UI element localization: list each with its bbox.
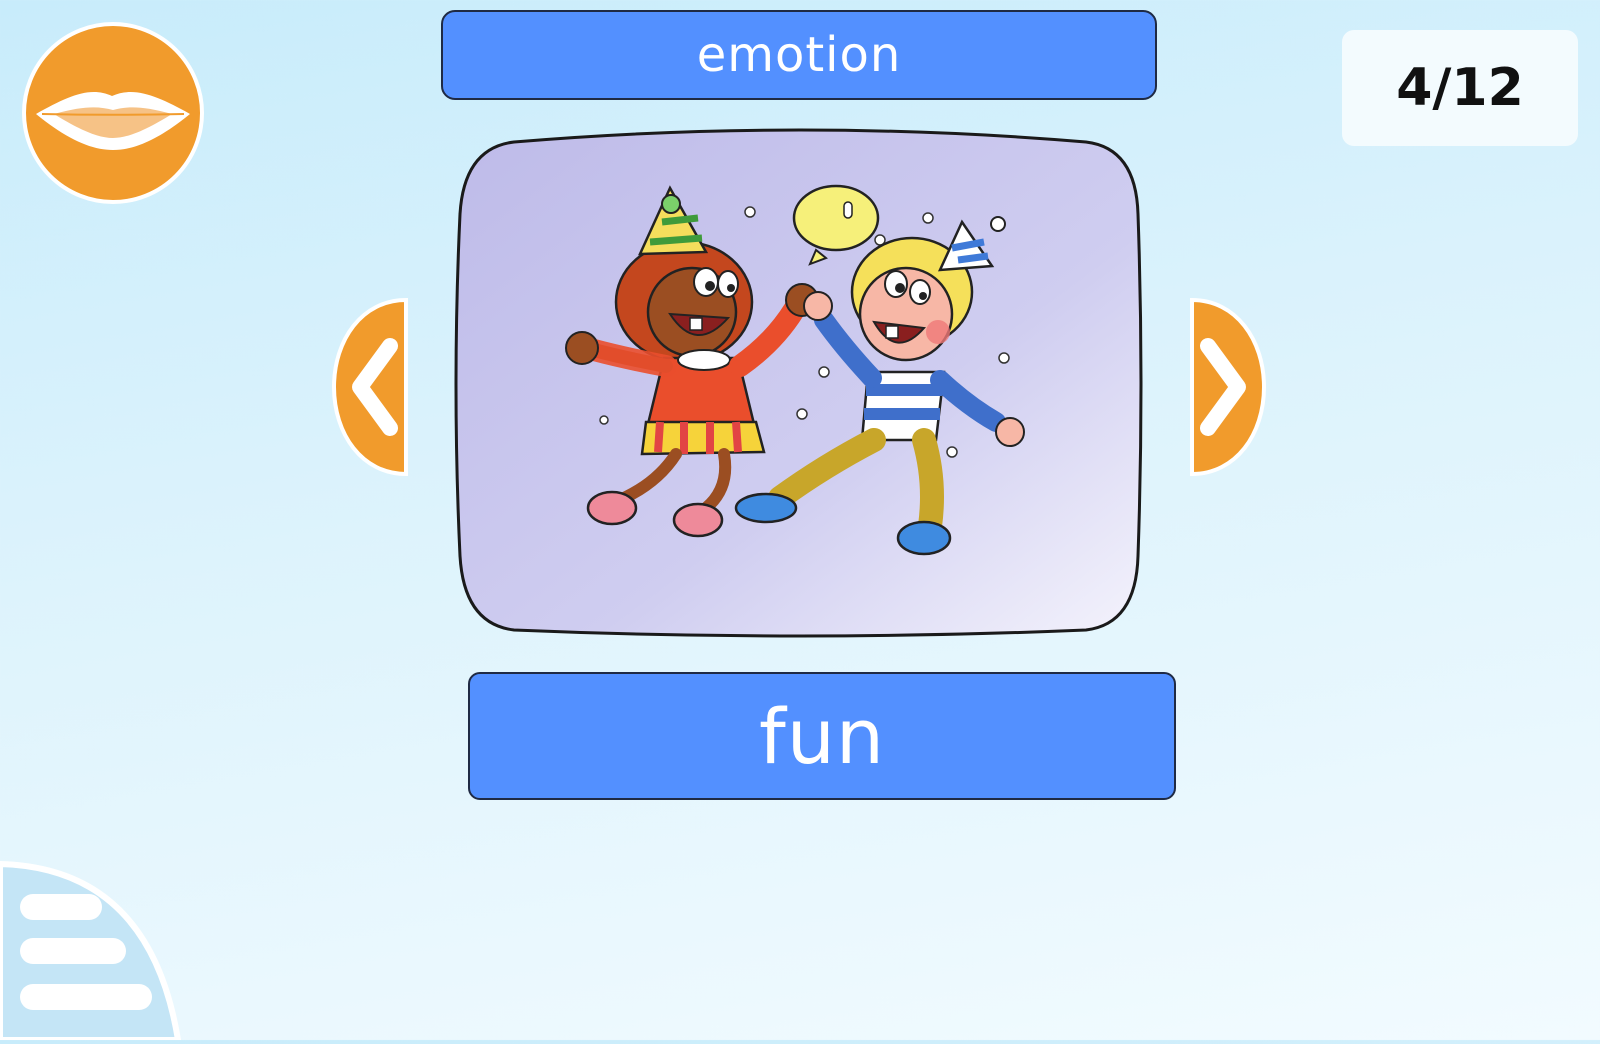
word-label: fun: [758, 691, 886, 781]
category-title: emotion: [441, 10, 1157, 100]
progress-counter: 4/12: [1342, 30, 1578, 146]
party-illustration: [454, 128, 1143, 638]
next-button[interactable]: [1186, 296, 1267, 478]
previous-button[interactable]: [331, 296, 412, 478]
chevron-left-icon: [331, 297, 408, 477]
speak-button[interactable]: [22, 22, 204, 204]
progress-text: 4/12: [1396, 58, 1524, 118]
menu-button[interactable]: [0, 856, 186, 1043]
lips-icon: [36, 92, 190, 150]
hamburger-menu-icon: [0, 860, 182, 1043]
picture-card: [444, 122, 1156, 648]
word-label-bar: fun: [468, 672, 1176, 800]
category-label: emotion: [696, 27, 902, 83]
chevron-right-icon: [1190, 297, 1267, 477]
